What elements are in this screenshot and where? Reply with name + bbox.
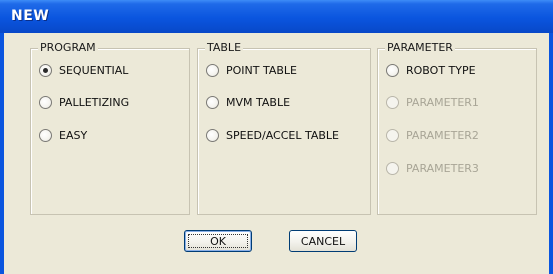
radio-button[interactable] [206,128,219,142]
table-group-legend: TABLE [205,41,244,54]
title-bar[interactable]: NEW [0,0,553,33]
radio-label: POINT TABLE [226,63,297,77]
focus-ring [188,234,248,248]
radio-option-parameter1: PARAMETER1 [386,94,479,110]
radio-option-speed-accel-table[interactable]: SPEED/ACCEL TABLE [206,127,339,143]
radio-button-disabled [386,128,399,142]
radio-option-parameter3: PARAMETER3 [386,160,479,176]
program-group-legend: PROGRAM [38,41,98,54]
cancel-button[interactable]: CANCEL [289,230,357,252]
radio-button-selected[interactable] [39,63,52,77]
radio-option-palletizing[interactable]: PALLETIZING [39,94,129,110]
radio-label: SPEED/ACCEL TABLE [226,128,339,142]
cancel-button-label: CANCEL [300,234,346,248]
radio-label: EASY [59,128,88,142]
radio-button[interactable] [206,63,219,77]
window-border-right [549,33,553,274]
radio-option-sequential[interactable]: SEQUENTIAL [39,62,128,78]
radio-button[interactable] [206,95,219,109]
radio-button[interactable] [39,95,52,109]
radio-button[interactable] [39,128,52,142]
ok-button[interactable]: OK [184,230,252,252]
radio-option-robot-type[interactable]: ROBOT TYPE [386,62,476,78]
radio-option-point-table[interactable]: POINT TABLE [206,62,297,78]
parameter-group-legend: PARAMETER [385,41,455,54]
table-group: TABLE POINT TABLE MVM TABLE SPEED/ACCEL … [197,41,371,215]
window-title: NEW [11,8,50,24]
radio-label: PARAMETER3 [406,161,479,175]
radio-label: PALLETIZING [59,95,130,109]
program-group: PROGRAM SEQUENTIAL PALLETIZING EASY [30,41,190,215]
radio-label: PARAMETER2 [406,128,479,142]
radio-option-mvm-table[interactable]: MVM TABLE [206,94,290,110]
parameter-group: PARAMETER ROBOT TYPE PARAMETER1 PARAMETE… [377,41,537,215]
radio-label: PARAMETER1 [406,95,479,109]
radio-button[interactable] [386,63,399,77]
radio-button-disabled [386,95,399,109]
radio-option-easy[interactable]: EASY [39,127,87,143]
radio-label: MVM TABLE [226,95,291,109]
radio-label: ROBOT TYPE [406,63,476,77]
radio-button-disabled [386,161,399,175]
dialog-body: PROGRAM SEQUENTIAL PALLETIZING EASY TABL… [4,33,549,274]
radio-label: SEQUENTIAL [59,63,129,77]
radio-option-parameter2: PARAMETER2 [386,127,479,143]
